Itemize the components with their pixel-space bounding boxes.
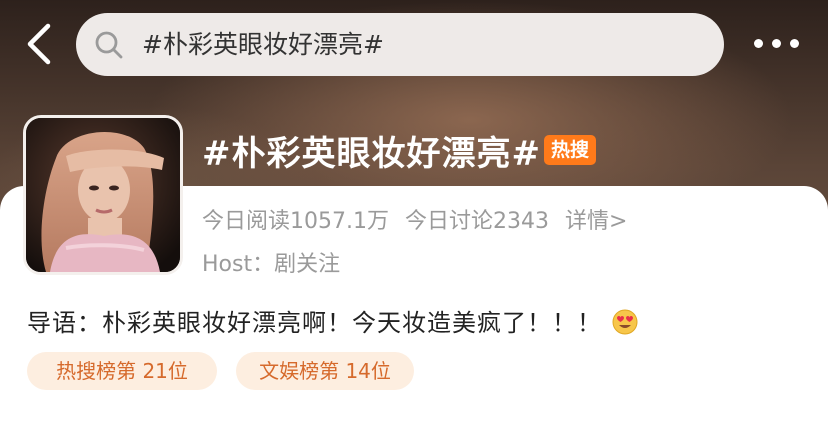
intro-text: 导语：朴彩英眼妆好漂亮啊！今天妆造美疯了！！！ <box>27 309 602 337</box>
hot-search-badge: 热搜 <box>544 135 596 165</box>
more-button[interactable] <box>754 34 800 54</box>
back-button[interactable] <box>22 22 56 66</box>
reads-count: 今日阅读1057.1万 <box>202 209 389 234</box>
topic-avatar[interactable] <box>23 115 183 275</box>
topic-title: #朴彩英眼妆好漂亮# <box>202 134 541 174</box>
search-query-text: #朴彩英眼妆好漂亮# <box>142 30 384 59</box>
chevron-left-icon <box>27 23 51 65</box>
entertainment-rank-chip[interactable]: 文娱榜第 14位 <box>236 352 414 390</box>
topic-intro: 导语：朴彩英眼妆好漂亮啊！今天妆造美疯了！！！ <box>27 303 638 338</box>
details-link[interactable]: 详情> <box>565 209 627 234</box>
avatar-image <box>26 118 180 272</box>
search-icon <box>95 31 123 59</box>
top-bar: #朴彩英眼妆好漂亮# <box>0 0 828 90</box>
host-info: Host：剧关注 <box>202 252 341 277</box>
heart-eyes-emoji-icon <box>612 309 638 335</box>
topic-stats: 今日阅读1057.1万 今日讨论2343 详情> <box>202 203 643 235</box>
discussion-count: 今日讨论2343 <box>404 209 549 234</box>
hot-search-rank-chip[interactable]: 热搜榜第 21位 <box>27 352 217 390</box>
search-input[interactable]: #朴彩英眼妆好漂亮# <box>76 13 724 76</box>
